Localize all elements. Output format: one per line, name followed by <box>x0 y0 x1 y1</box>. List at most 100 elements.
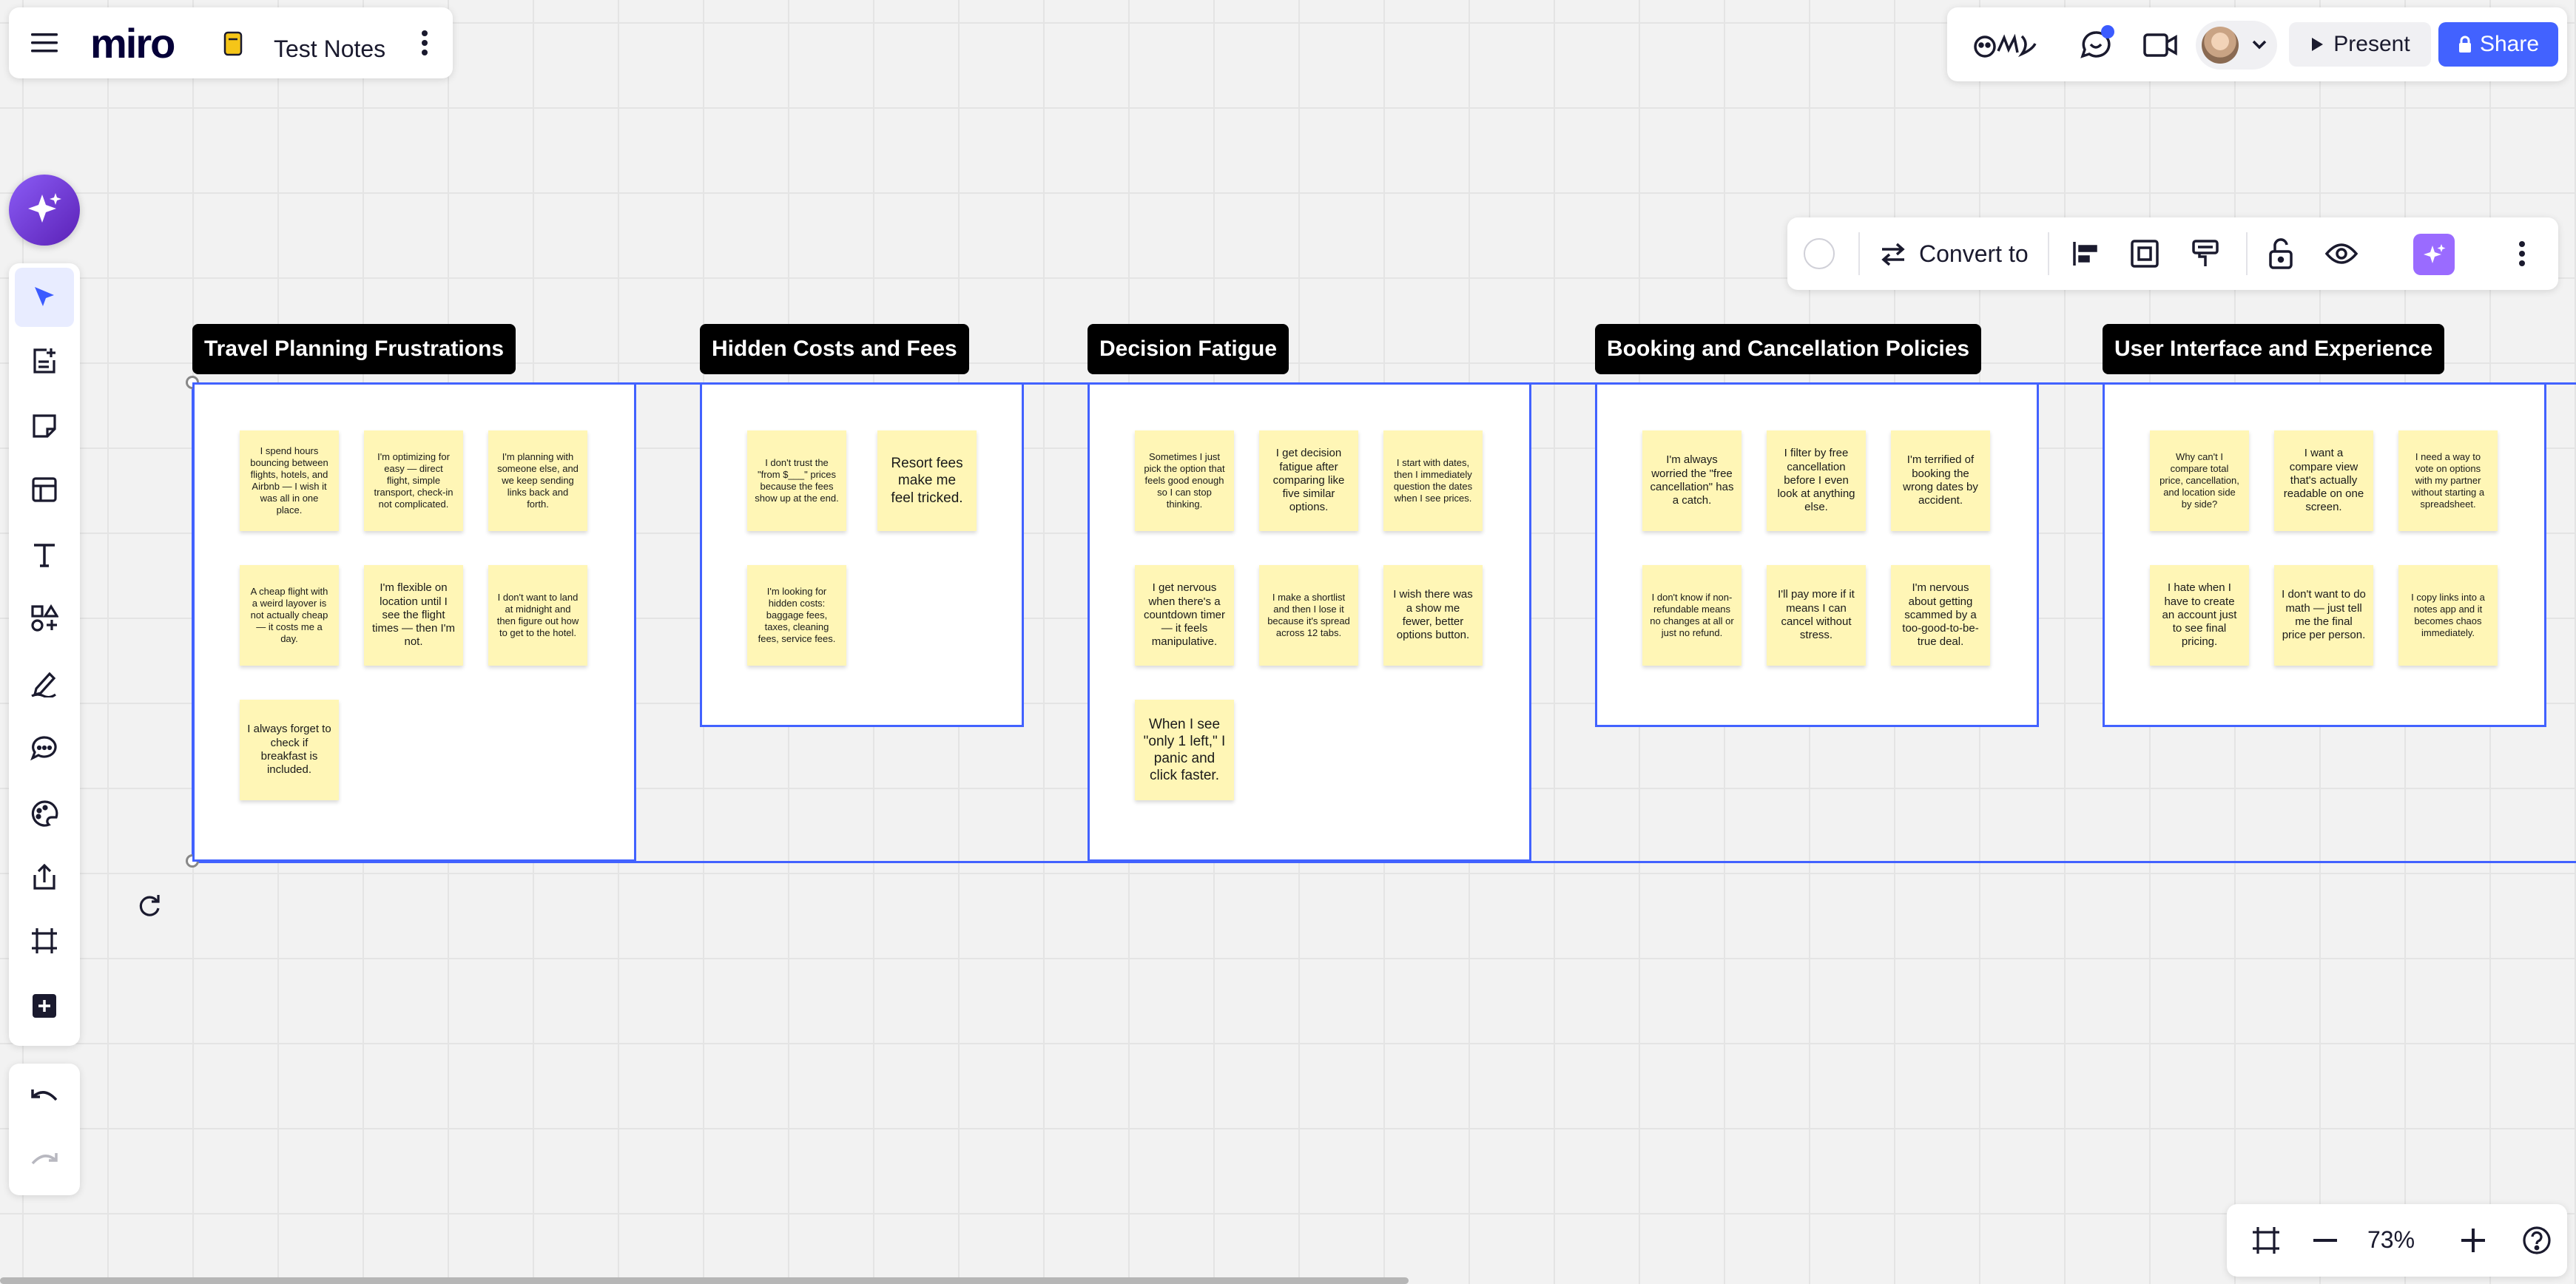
frame-tool[interactable] <box>9 911 80 970</box>
stickers-tool[interactable] <box>9 784 80 843</box>
zoom-out-icon[interactable] <box>2308 1223 2342 1257</box>
align-left-icon <box>2073 242 2097 266</box>
sticky-note[interactable]: I want a compare view that's actually re… <box>2274 430 2373 531</box>
sticky-note[interactable]: I copy links into a notes app and it bec… <box>2398 565 2498 666</box>
rotate-handle-icon[interactable] <box>135 891 164 920</box>
selection-context-toolbar: Convert to <box>1787 217 2558 290</box>
palette-icon <box>31 800 58 827</box>
sticky-note[interactable]: I get decision fatigue after comparing l… <box>1259 430 1358 531</box>
frame-title[interactable]: Decision Fatigue <box>1088 324 1289 374</box>
frame-title[interactable]: Travel Planning Frustrations <box>192 324 516 374</box>
user-avatar-menu[interactable] <box>2196 21 2277 70</box>
chat-notification-badge <box>2101 25 2114 38</box>
color-swatch <box>1804 238 1835 269</box>
fit-to-screen-icon[interactable] <box>2249 1223 2283 1257</box>
board-header: miro Test Notes <box>9 7 453 78</box>
frame-title[interactable]: User Interface and Experience <box>2103 324 2445 374</box>
sticky-note[interactable]: I don't trust the "from $___" prices bec… <box>747 430 846 531</box>
zoom-in-icon[interactable] <box>2456 1223 2490 1257</box>
zoom-level[interactable]: 73% <box>2367 1226 2415 1254</box>
sticky-note[interactable]: Sometimes I just pick the option that fe… <box>1135 430 1234 531</box>
doc-plus-icon <box>33 348 55 374</box>
sticky-note[interactable]: Resort fees make me feel tricked. <box>877 430 977 531</box>
ai-assistant-button[interactable] <box>9 175 80 246</box>
upload-tool[interactable] <box>9 848 80 907</box>
shapes-icon <box>31 604 58 632</box>
sticky-note[interactable]: I start with dates, then I immediately q… <box>1383 430 1483 531</box>
sticky-note[interactable]: I'm terrified of booking the wrong dates… <box>1891 430 1990 531</box>
upload-icon <box>33 863 55 890</box>
frame-icon <box>32 928 57 953</box>
undo-icon <box>31 1089 58 1101</box>
sticky-note[interactable]: When I see "only 1 left," I panic and cl… <box>1135 700 1234 800</box>
frame-fit-button[interactable] <box>2128 237 2162 271</box>
present-label: Present <box>2333 32 2410 56</box>
present-button[interactable]: Present <box>2289 22 2431 67</box>
pen-tool[interactable] <box>9 654 80 713</box>
sticky-note-tool[interactable] <box>9 396 80 456</box>
board-options-icon[interactable] <box>408 27 441 59</box>
table-tool[interactable] <box>9 460 80 519</box>
templates-tool[interactable] <box>9 331 80 391</box>
sticky-note[interactable]: I'm optimizing for easy — direct flight,… <box>364 430 463 531</box>
swap-arrows-icon <box>1881 243 1905 266</box>
sticky-note[interactable]: I hate when I have to create an account … <box>2150 565 2249 666</box>
comment-tool[interactable] <box>9 719 80 778</box>
style-paint-button[interactable] <box>2188 237 2222 271</box>
fill-color-button[interactable] <box>1802 237 1836 271</box>
visibility-button[interactable] <box>2324 237 2358 271</box>
sticky-note[interactable]: Why can't I compare total price, cancell… <box>2150 430 2249 531</box>
text-icon <box>34 544 55 567</box>
sticky-note[interactable]: I'm nervous about getting scammed by a t… <box>1891 565 1990 666</box>
sticky-note[interactable]: I spend hours bouncing between flights, … <box>240 430 339 531</box>
sticky-note[interactable]: I'm planning with someone else, and we k… <box>488 430 587 531</box>
redo-icon <box>31 1153 58 1165</box>
sticky-note[interactable]: I'm flexible on location until I see the… <box>364 565 463 666</box>
frame-title[interactable]: Booking and Cancellation Policies <box>1595 324 1982 374</box>
lock-button[interactable] <box>2264 237 2298 271</box>
select-tool[interactable] <box>15 268 74 327</box>
share-label: Share <box>2479 32 2540 56</box>
redo-button[interactable] <box>9 1132 80 1191</box>
align-button[interactable] <box>2068 237 2103 271</box>
video-call-icon[interactable] <box>2141 27 2179 64</box>
help-icon[interactable] <box>2520 1223 2554 1257</box>
board-name[interactable]: Test Notes <box>274 36 385 63</box>
sticky-note[interactable]: I don't know if non-refundable means no … <box>1642 565 1742 666</box>
sparkle-icon <box>2424 244 2446 263</box>
reactions-icon[interactable] <box>1972 27 2039 64</box>
sticky-note[interactable]: I wish there was a show me fewer, better… <box>1383 565 1483 666</box>
sticky-note[interactable]: I don't want to do math — just tell me t… <box>2274 565 2373 666</box>
frame-title[interactable]: Hidden Costs and Fees <box>700 324 969 374</box>
undo-button[interactable] <box>9 1068 80 1127</box>
sticky-note[interactable]: A cheap flight with a weird layover is n… <box>240 565 339 666</box>
shapes-tool[interactable] <box>9 589 80 648</box>
chat-icon[interactable] <box>2077 25 2114 64</box>
sticky-note-icon <box>33 414 56 438</box>
convert-to-button[interactable]: Convert to <box>1879 237 2029 271</box>
share-button[interactable]: Share <box>2438 22 2558 67</box>
avatar <box>2202 27 2239 64</box>
sticky-note[interactable]: I make a shortlist and then I lose it be… <box>1259 565 1358 666</box>
more-options-icon[interactable] <box>2505 237 2539 271</box>
sparkle-icon <box>28 193 61 223</box>
more-apps-tool[interactable] <box>9 976 80 1035</box>
table-icon <box>32 477 57 502</box>
sticky-note[interactable]: I get nervous when there's a countdown t… <box>1135 565 1234 666</box>
text-tool[interactable] <box>9 525 80 584</box>
comment-icon <box>30 736 57 761</box>
sticky-note[interactable]: I'm looking for hidden costs: baggage fe… <box>747 565 846 666</box>
sticky-note[interactable]: I always forget to check if breakfast is… <box>240 700 339 800</box>
sticky-note[interactable]: I need a way to vote on options with my … <box>2398 430 2498 531</box>
sticky-note[interactable]: I filter by free cancellation before I e… <box>1767 430 1866 531</box>
horizontal-scrollbar[interactable] <box>0 1277 1409 1284</box>
main-menu-icon[interactable] <box>28 27 61 59</box>
sticky-note[interactable]: I'm always worried the "free cancellatio… <box>1642 430 1742 531</box>
miro-logo[interactable]: miro <box>90 19 175 67</box>
eye-icon <box>2325 243 2358 264</box>
lock-icon <box>2458 36 2471 53</box>
sticky-note[interactable]: I'll pay more if it means I can cancel w… <box>1767 565 1866 666</box>
sticky-note[interactable]: I don't want to land at midnight and the… <box>488 565 587 666</box>
ai-action-button[interactable] <box>2413 234 2455 275</box>
collaboration-bar: Present Share <box>1947 7 2567 81</box>
